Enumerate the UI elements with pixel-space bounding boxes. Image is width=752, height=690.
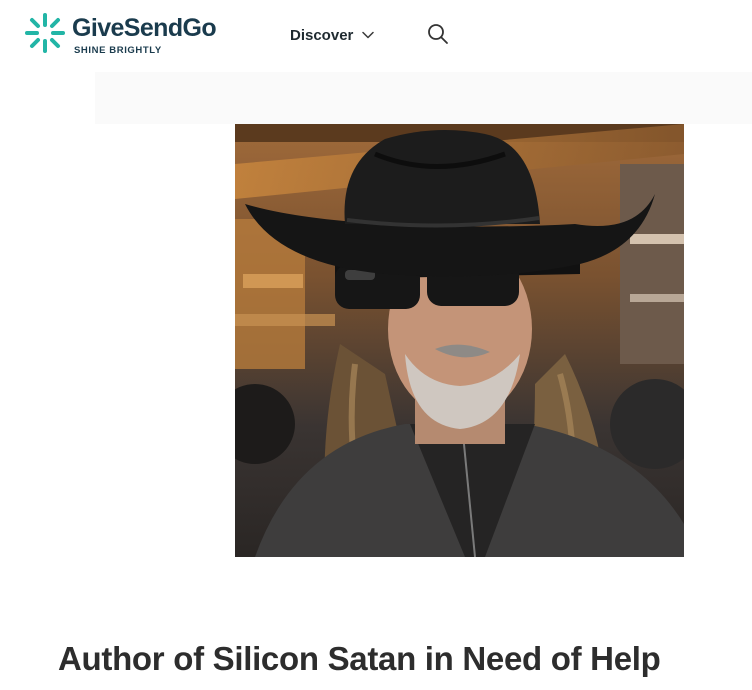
search-icon xyxy=(428,24,448,44)
campaign-photo-illustration xyxy=(235,124,684,557)
nav-discover-label: Discover xyxy=(290,26,354,44)
campaign-photo[interactable] xyxy=(235,124,684,557)
search-button[interactable] xyxy=(426,22,450,46)
site-header: GiveSendGo SHINE BRIGHTLY Discover xyxy=(0,0,752,70)
brand-logo[interactable]: GiveSendGo SHINE BRIGHTLY xyxy=(24,10,240,60)
campaign-title: Author of Silicon Satan in Need of Help xyxy=(58,640,661,677)
hero-band xyxy=(95,72,752,124)
nav-discover-menu[interactable]: Discover xyxy=(290,24,375,46)
sparkle-logo-icon xyxy=(25,13,65,53)
brand-tagline: SHINE BRIGHTLY xyxy=(74,45,162,56)
chevron-down-icon xyxy=(362,31,375,39)
brand-name: GiveSendGo xyxy=(72,14,217,42)
